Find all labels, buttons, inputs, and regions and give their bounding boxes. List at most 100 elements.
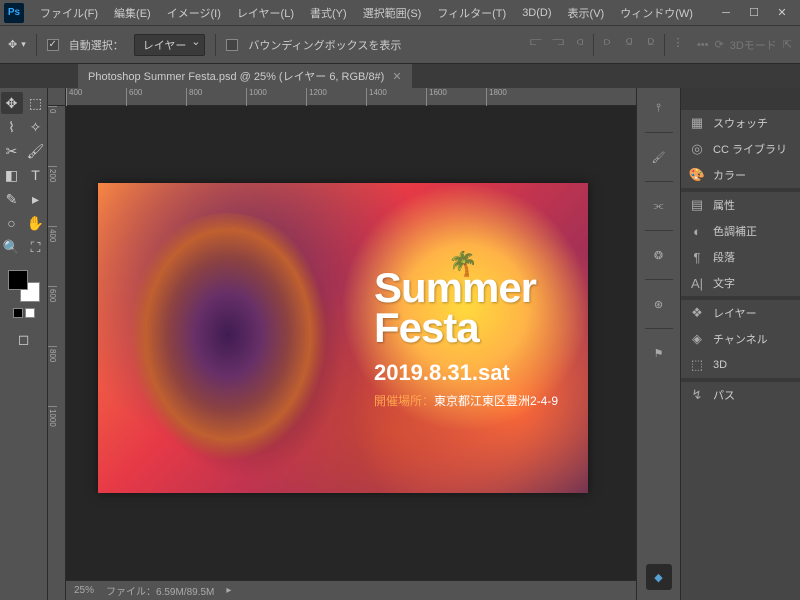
magic-wand-tool[interactable]: ✧ [25,116,47,138]
panel-label: パス [713,387,735,403]
menu-file[interactable]: ファイル(F) [32,0,106,26]
menu-window[interactable]: ウィンドウ(W) [612,0,701,26]
document-tab-title: Photoshop Summer Festa.psd @ 25% (レイヤー 6… [88,68,384,84]
align-middle-icon[interactable]: ⫑ [620,34,638,52]
panel-header[interactable] [681,88,800,110]
panel-properties[interactable]: ▤属性 [681,192,800,218]
panel-channels[interactable]: ◈チャンネル [681,326,800,352]
close-tab-icon[interactable]: ✕ [392,70,401,83]
panel-swatches[interactable]: ▦スウォッチ [681,110,800,136]
maximize-button[interactable]: ☐ [740,3,768,23]
separator [36,34,37,56]
3d-mode-icon: ⟳ [715,38,724,51]
distribute-icon[interactable]: ⋮ [669,34,687,52]
panel-layers[interactable]: ❖レイヤー [681,300,800,326]
menu-type[interactable]: 書式(Y) [302,0,355,26]
crop-tool[interactable]: ✂ [1,140,23,162]
rail-info-icon[interactable]: ⊛ [645,290,673,318]
document-tab[interactable]: Photoshop Summer Festa.psd @ 25% (レイヤー 6… [78,64,412,88]
rail-3d-cube-icon[interactable]: ◆ [646,564,672,590]
artwork-location: 東京都江東区豊洲2-4-9 [434,394,558,408]
rail-nav-icon[interactable]: ⚑ [645,339,673,367]
ruler-origin[interactable] [48,88,66,106]
menu-edit[interactable]: 編集(E) [106,0,159,26]
zoom-level[interactable]: 25% [74,585,94,596]
rail-share-icon[interactable]: ⫘ [645,192,673,220]
panel-label: 段落 [713,249,735,265]
auto-select-label: 自動選択： [69,37,124,53]
rail-adjustments-icon[interactable]: ⫯ [645,94,673,122]
close-button[interactable]: ✕ [768,3,796,23]
pen-tool[interactable]: ✎ [1,188,23,210]
panel-paths[interactable]: ↯ パス [681,382,800,408]
color-swatches[interactable] [8,270,40,302]
artboard-tool[interactable]: ⛶ [25,236,47,258]
menu-layer[interactable]: レイヤー(L) [229,0,302,26]
align-right-icon[interactable]: ⫏ [571,34,589,52]
hand-tool[interactable]: ✋ [25,212,47,234]
menu-image[interactable]: イメージ(I) [159,0,229,26]
zoom-tool[interactable]: 🔍 [1,236,23,258]
more-icon[interactable]: ••• [697,39,709,51]
paths-icon: ↯ [689,387,705,403]
ruler-horizontal: 400 600 800 1000 1200 1400 1600 1800 [66,88,636,106]
ellipse-tool[interactable]: ○ [1,212,23,234]
menu-filter[interactable]: フィルター(T) [429,0,514,26]
color-icon: 🎨 [689,167,705,183]
quickmask-tool[interactable]: ◻ [13,328,35,350]
ruler-tick: 400 [48,226,57,286]
panel-paragraph[interactable]: ¶ 段落 [681,244,800,270]
eraser-tool[interactable]: ◧ [1,164,23,186]
panel-cclib[interactable]: ◎CC ライブラリ [681,136,800,162]
filesize-value: 6.59M/89.5M [156,587,214,598]
move-tool[interactable]: ✥ [1,92,23,114]
rail-history-icon[interactable]: ❂ [645,241,673,269]
swap-colors-icon[interactable] [25,308,35,318]
path-select-tool[interactable]: ▸ [25,188,47,210]
auto-select-checkbox[interactable] [47,39,59,51]
properties-icon: ▤ [689,197,705,213]
paragraph-icon: ¶ [689,249,705,265]
lasso-tool[interactable]: ⌇ [1,116,23,138]
rail-brush-icon[interactable]: 🖌 [645,143,673,171]
app-logo: Ps [4,3,24,23]
align-bottom-icon[interactable]: ⫒ [642,34,660,52]
swatches-icon: ▦ [689,115,705,131]
palm-tree-icon: 🌴 [448,250,478,279]
auto-select-dropdown[interactable]: レイヤー [134,34,206,56]
ruler-tick: 800 [186,88,246,106]
statusbar-chevron-icon[interactable]: ▸ [226,585,231,596]
chevron-down-icon[interactable]: ▾ [21,39,26,50]
foreground-color-swatch[interactable] [8,270,28,290]
menu-view[interactable]: 表示(V) [560,0,613,26]
panel-adjustments[interactable]: ◐色調補正 [681,218,800,244]
3d-icon: ⬚ [689,357,705,373]
type-tool[interactable]: T [25,164,47,186]
align-center-h-icon[interactable]: ⫎ [549,34,567,52]
minimize-button[interactable]: ─ [712,3,740,23]
bounding-box-checkbox[interactable] [226,39,238,51]
share-icon[interactable]: ⇱ [783,38,792,51]
ruler-tick: 1200 [306,88,366,106]
panels-dock: ▦スウォッチ ◎CC ライブラリ 🎨カラー ▤属性 ◐色調補正 ¶ 段落 A|文字… [680,88,800,600]
ruler-tick: 200 [48,166,57,226]
separator [664,34,665,56]
ruler-tick: 400 [66,88,126,106]
options-bar: ✥ ▾ 自動選択： レイヤー バウンディングボックスを表示 ⫍ ⫎ ⫏ ⫐ ⫑ … [0,26,800,64]
document-tab-strip: Photoshop Summer Festa.psd @ 25% (レイヤー 6… [0,64,800,88]
brush-tool[interactable]: 🖌 [25,140,47,162]
align-left-icon[interactable]: ⫍ [527,34,545,52]
panel-character[interactable]: A|文字 [681,270,800,296]
panel-color[interactable]: 🎨カラー [681,162,800,188]
filesize-label: ファイル： [106,587,156,598]
menu-select[interactable]: 選択範囲(S) [355,0,430,26]
artboard[interactable]: 🌴 Summer Festa 2019.8.31.sat 開催場所：東京都江東区… [98,183,588,493]
default-colors-icon[interactable] [13,308,23,318]
marquee-tool[interactable]: ⬚ [25,92,47,114]
align-top-icon[interactable]: ⫐ [598,34,616,52]
canvas-area[interactable]: 400 600 800 1000 1200 1400 1600 1800 0 2… [48,88,636,600]
panel-3d[interactable]: ⬚3D [681,352,800,378]
menu-3d[interactable]: 3D(D) [514,0,559,26]
ruler-tick: 1000 [246,88,306,106]
tools-panel: ✥ ⬚ ⌇ ✧ ✂ 🖌 ◧ T ✎ ▸ ○ ✋ 🔍 ⛶ ◻ [0,88,48,600]
